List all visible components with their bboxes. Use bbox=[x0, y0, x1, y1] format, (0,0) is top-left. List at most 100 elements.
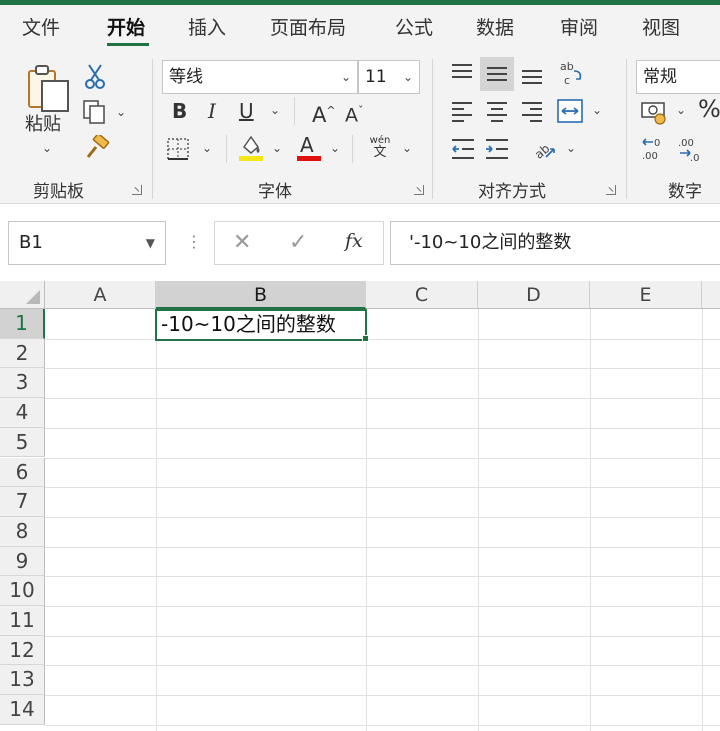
chevron-down-icon[interactable]: ▼ bbox=[146, 222, 155, 264]
column-header-e[interactable]: E bbox=[590, 281, 702, 309]
row-header-13[interactable]: 13 bbox=[0, 665, 45, 696]
row-header-3[interactable]: 3 bbox=[0, 368, 45, 399]
formula-input[interactable]: '-10~10之间的整数 bbox=[390, 221, 720, 265]
paste-dropdown-icon[interactable]: ⌄ bbox=[42, 141, 52, 155]
tab-page-layout[interactable]: 页面布局 bbox=[270, 13, 346, 40]
phonetic-dropdown-icon[interactable]: ⌄ bbox=[402, 141, 412, 155]
row-header-12[interactable]: 12 bbox=[0, 635, 45, 666]
column-header-c[interactable]: C bbox=[366, 281, 478, 309]
align-right-button[interactable] bbox=[520, 99, 544, 123]
svg-text:ab: ab bbox=[532, 141, 552, 161]
borders-dropdown-icon[interactable]: ⌄ bbox=[202, 141, 212, 155]
wrap-text-button[interactable]: ab c bbox=[558, 59, 586, 87]
row-header-4[interactable]: 4 bbox=[0, 398, 45, 428]
decrease-font-size-button[interactable]: Aˇ bbox=[345, 99, 364, 127]
font-size-combobox[interactable]: 11 ⌄ bbox=[358, 60, 420, 94]
merge-center-button[interactable] bbox=[556, 97, 584, 125]
row-gridline bbox=[45, 576, 720, 578]
name-box[interactable]: B1 ▼ bbox=[8, 221, 166, 265]
tab-insert[interactable]: 插入 bbox=[188, 13, 226, 40]
row-header-8[interactable]: 8 bbox=[0, 516, 45, 547]
active-tab-indicator bbox=[107, 43, 149, 46]
paste-label: 粘贴 bbox=[25, 114, 61, 135]
decrease-indent-icon bbox=[452, 139, 474, 159]
row-header-1[interactable]: 1 bbox=[0, 309, 45, 339]
copy-dropdown-icon[interactable]: ⌄ bbox=[116, 105, 126, 119]
accounting-dropdown-icon[interactable]: ⌄ bbox=[676, 103, 686, 117]
percent-style-button[interactable]: % bbox=[698, 97, 720, 121]
cell-b1-selected[interactable]: -10~10之间的整数 bbox=[155, 309, 367, 341]
tab-view[interactable]: 视图 bbox=[642, 13, 680, 40]
row-header-6[interactable]: 6 bbox=[0, 457, 45, 488]
cut-button[interactable] bbox=[84, 63, 106, 89]
alignment-dialog-launcher-icon[interactable] bbox=[606, 185, 616, 195]
italic-button[interactable]: I bbox=[208, 99, 216, 123]
column-header-a[interactable]: A bbox=[45, 281, 156, 309]
increase-font-size-button[interactable]: A^ bbox=[312, 99, 336, 127]
row-header-5[interactable]: 5 bbox=[0, 427, 45, 458]
row-header-2[interactable]: 2 bbox=[0, 338, 45, 369]
row-header-14[interactable]: 14 bbox=[0, 695, 45, 725]
bold-button[interactable]: B bbox=[172, 99, 187, 123]
orientation-button[interactable]: ab bbox=[530, 135, 558, 163]
row-header-10[interactable]: 10 bbox=[0, 576, 45, 606]
cancel-icon[interactable]: ✕ bbox=[233, 230, 251, 255]
align-middle-button[interactable] bbox=[480, 57, 514, 91]
underline-button[interactable]: U bbox=[239, 99, 254, 123]
fill-color-button[interactable] bbox=[238, 133, 264, 163]
tab-formulas[interactable]: 公式 bbox=[395, 13, 433, 40]
align-left-button[interactable] bbox=[450, 99, 474, 123]
column-header-f[interactable] bbox=[702, 281, 720, 309]
decrease-decimal-button[interactable]: .00 .0 bbox=[676, 135, 704, 163]
accounting-format-icon bbox=[641, 102, 666, 125]
orientation-dropdown-icon[interactable]: ⌄ bbox=[566, 141, 576, 155]
phonetic-guide-button[interactable]: wén 文 bbox=[366, 135, 394, 163]
increase-indent-button[interactable] bbox=[484, 137, 510, 161]
font-color-dropdown-icon[interactable]: ⌄ bbox=[330, 141, 340, 155]
accounting-format-button[interactable] bbox=[640, 99, 670, 125]
borders-button[interactable] bbox=[166, 137, 190, 161]
underline-dropdown-icon[interactable]: ⌄ bbox=[270, 103, 280, 117]
column-gridline bbox=[156, 309, 157, 731]
merge-dropdown-icon[interactable]: ⌄ bbox=[592, 103, 602, 117]
svg-text:.0: .0 bbox=[690, 153, 700, 163]
worksheet-grid: A B C D E 1 2 3 4 5 6 7 8 9 10 11 12 13 … bbox=[0, 281, 720, 731]
increase-decimal-button[interactable]: 0 .00 bbox=[640, 135, 668, 163]
align-top-button[interactable] bbox=[450, 61, 474, 85]
clipboard-dialog-launcher-icon[interactable] bbox=[132, 185, 142, 195]
decrease-indent-button[interactable] bbox=[450, 137, 476, 161]
tab-home[interactable]: 开始 bbox=[107, 13, 145, 40]
select-all-button[interactable] bbox=[0, 281, 45, 309]
borders-icon bbox=[167, 138, 189, 160]
column-header-d[interactable]: D bbox=[478, 281, 590, 309]
tab-file[interactable]: 文件 bbox=[22, 13, 60, 40]
number-group-label: 数字 bbox=[668, 182, 702, 202]
ribbon-separator bbox=[626, 59, 627, 199]
fill-handle[interactable] bbox=[362, 335, 369, 342]
insert-function-button[interactable]: fx bbox=[345, 230, 363, 252]
decrease-decimal-icon: .00 .0 bbox=[678, 138, 700, 163]
font-name-combobox[interactable]: 等线 ⌄ bbox=[162, 60, 358, 94]
copy-button[interactable] bbox=[82, 99, 108, 125]
format-painter-button[interactable] bbox=[84, 135, 110, 161]
chevron-down-icon[interactable]: ⌄ bbox=[403, 61, 413, 93]
row-header-9[interactable]: 9 bbox=[0, 546, 45, 577]
font-dialog-launcher-icon[interactable] bbox=[414, 185, 424, 195]
ribbon-separator bbox=[152, 59, 153, 199]
row-header-7[interactable]: 7 bbox=[0, 487, 45, 517]
more-options-icon[interactable]: ⋮ bbox=[186, 232, 202, 251]
align-bottom-button[interactable] bbox=[520, 63, 544, 87]
chevron-down-icon[interactable]: ⌄ bbox=[341, 61, 351, 93]
align-center-button[interactable] bbox=[485, 99, 509, 123]
number-format-combobox[interactable]: 常规 bbox=[636, 60, 720, 94]
fill-color-dropdown-icon[interactable]: ⌄ bbox=[272, 141, 282, 155]
copy-icon bbox=[83, 100, 105, 124]
text-orientation-icon: ab bbox=[532, 141, 555, 162]
row-header-11[interactable]: 11 bbox=[0, 606, 45, 636]
tab-review[interactable]: 审阅 bbox=[560, 13, 598, 40]
paste-button[interactable] bbox=[26, 63, 72, 113]
enter-check-icon[interactable]: ✓ bbox=[289, 230, 307, 255]
tab-data[interactable]: 数据 bbox=[476, 13, 514, 40]
font-color-button[interactable]: A bbox=[296, 133, 322, 163]
column-header-b[interactable]: B bbox=[156, 281, 366, 309]
